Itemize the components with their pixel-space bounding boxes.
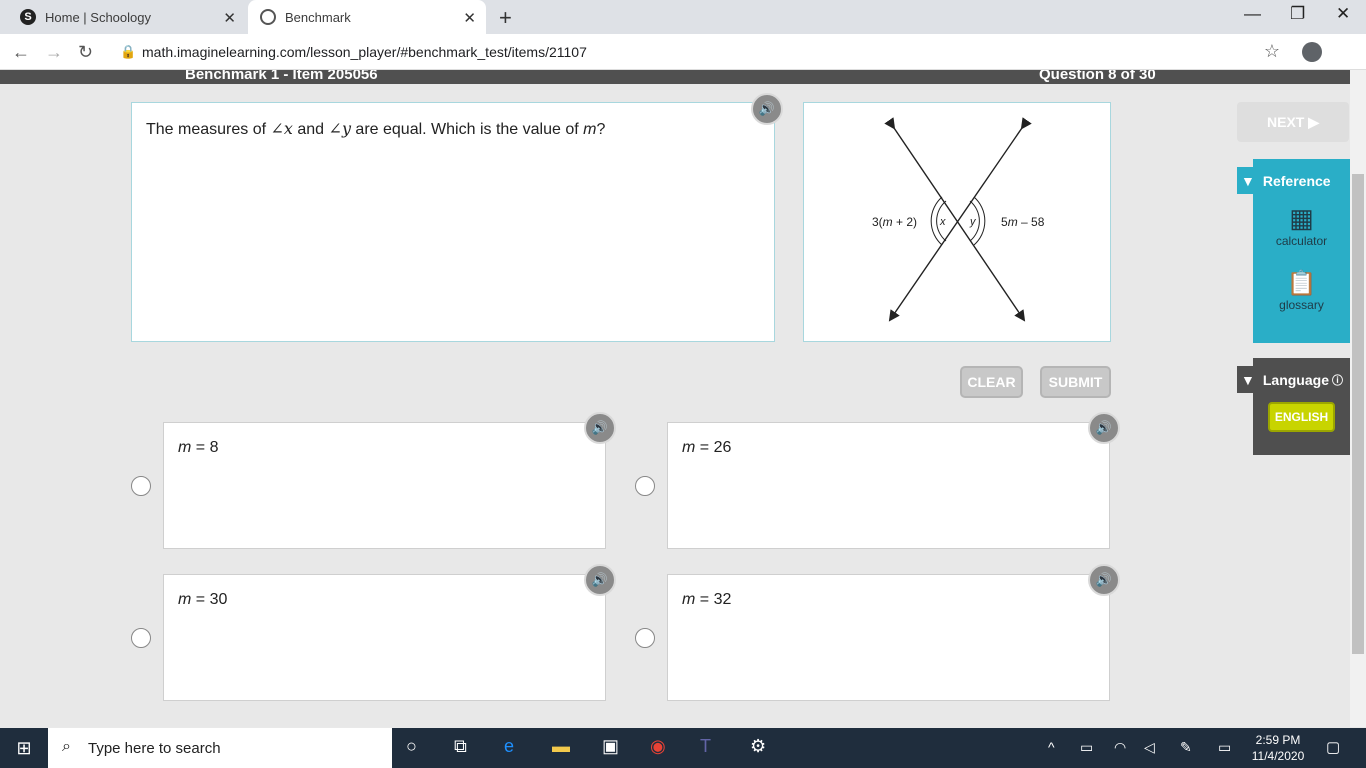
new-tab-icon[interactable]: + bbox=[499, 5, 512, 31]
close-tab-icon[interactable]: ✕ bbox=[223, 9, 236, 27]
speaker-icon[interactable]: 🔊 bbox=[584, 412, 616, 444]
english-button[interactable]: ENGLISH bbox=[1268, 402, 1335, 432]
question-panel: The measures of ∠x and ∠y are equal. Whi… bbox=[131, 102, 775, 342]
submit-button[interactable]: SUBMIT bbox=[1040, 366, 1111, 398]
question-counter: Question 8 of 30 bbox=[1039, 70, 1156, 83]
taskbar-search[interactable]: ⌕ Type here to search bbox=[48, 728, 392, 768]
forward-icon[interactable]: → bbox=[45, 42, 63, 63]
answer-choice-2[interactable]: m = 26 bbox=[667, 422, 1110, 549]
windows-taskbar: ⊞ ⌕ Type here to search ○ ⧉ e ▬ ▣ ◉ T ⚙ … bbox=[0, 728, 1366, 768]
reload-icon[interactable]: ↻ bbox=[78, 42, 93, 63]
benchmark-title: Benchmark 1 - Item 205056 bbox=[185, 70, 378, 83]
windows-start-icon[interactable]: ⊞ bbox=[0, 728, 48, 768]
left-angle-expression: 3(m + 2) bbox=[872, 215, 917, 229]
triangle-down-icon: ▼ bbox=[1241, 172, 1255, 189]
battery-icon[interactable]: ▭ bbox=[1080, 739, 1093, 756]
browser-tab-bar: S Home | Schoology ✕ Benchmark ✕ + — ❐ ✕ bbox=[0, 0, 1366, 34]
clear-button[interactable]: CLEAR bbox=[960, 366, 1023, 398]
profile-icon[interactable] bbox=[1302, 42, 1322, 62]
globe-icon bbox=[260, 9, 276, 25]
close-tab-icon[interactable]: ✕ bbox=[463, 9, 476, 27]
clipboard-icon: 📋 bbox=[1286, 270, 1317, 297]
intersecting-lines-figure: x y 3(m + 2) 5m – 58 bbox=[872, 117, 1045, 322]
info-icon[interactable]: ⓘ bbox=[1332, 372, 1343, 388]
answer-choice-4[interactable]: m = 32 bbox=[667, 574, 1110, 701]
schoology-icon: S bbox=[20, 9, 36, 25]
answer-choice-1[interactable]: m = 8 bbox=[163, 422, 606, 549]
answer-radio-1[interactable] bbox=[131, 476, 151, 496]
reference-toggle[interactable]: ▼ Reference bbox=[1237, 167, 1350, 194]
speaker-icon[interactable]: 🔊 bbox=[1088, 564, 1120, 596]
triangle-down-icon: ▼ bbox=[1241, 371, 1255, 388]
address-bar: ← → ↻ 🔒 math.imaginelearning.com/lesson_… bbox=[0, 34, 1366, 70]
restore-icon[interactable]: ❐ bbox=[1290, 4, 1305, 24]
answer-radio-2[interactable] bbox=[635, 476, 655, 496]
chevron-up-icon[interactable]: ^ bbox=[1048, 739, 1055, 755]
bookmark-star-icon[interactable]: ☆ bbox=[1264, 41, 1280, 62]
answer-choice-3[interactable]: m = 30 bbox=[163, 574, 606, 701]
tab-title: Home | Schoology bbox=[45, 9, 151, 25]
close-window-icon[interactable]: ✕ bbox=[1336, 4, 1350, 24]
speaker-icon[interactable]: 🔊 bbox=[751, 93, 783, 125]
file-explorer-icon[interactable]: ▬ bbox=[552, 736, 570, 757]
page-scrollbar[interactable] bbox=[1350, 70, 1366, 727]
teams-icon[interactable]: T bbox=[700, 736, 711, 757]
answer-radio-3[interactable] bbox=[131, 628, 151, 648]
question-text: The measures of ∠x and ∠y are equal. Whi… bbox=[146, 119, 606, 138]
angle-y-label: y bbox=[969, 216, 977, 228]
url-field[interactable]: 🔒 math.imaginelearning.com/lesson_player… bbox=[108, 37, 1298, 67]
right-angle-expression: 5m – 58 bbox=[1001, 215, 1045, 229]
speaker-icon[interactable]: 🔊 bbox=[584, 564, 616, 596]
language-toggle[interactable]: ▼ Language ⓘ bbox=[1237, 366, 1350, 393]
lock-icon: 🔒 bbox=[120, 44, 137, 59]
calculator-icon: ▦ bbox=[1289, 203, 1314, 233]
answer-radio-4[interactable] bbox=[635, 628, 655, 648]
notification-icon[interactable]: ▢ bbox=[1326, 738, 1340, 756]
volume-icon[interactable]: ◁ bbox=[1144, 739, 1155, 756]
settings-gear-icon[interactable]: ⚙ bbox=[750, 736, 766, 757]
tab-schoology[interactable]: S Home | Schoology ✕ bbox=[8, 0, 246, 34]
minimize-icon[interactable]: — bbox=[1244, 4, 1261, 24]
next-button[interactable]: NEXT ▶ bbox=[1237, 102, 1349, 142]
back-icon[interactable]: ← bbox=[12, 42, 30, 63]
calculator-tool[interactable]: ▦ calculator bbox=[1253, 203, 1350, 248]
url-text: math.imaginelearning.com/lesson_player/#… bbox=[142, 44, 587, 60]
scrollbar-thumb[interactable] bbox=[1352, 174, 1364, 654]
keyboard-icon[interactable]: ▭ bbox=[1218, 739, 1231, 756]
chrome-icon[interactable]: ◉ bbox=[650, 736, 666, 757]
figure-panel: x y 3(m + 2) 5m – 58 bbox=[803, 102, 1111, 342]
glossary-tool[interactable]: 📋 glossary bbox=[1253, 269, 1350, 312]
task-view-icon[interactable]: ⧉ bbox=[454, 736, 467, 757]
cortana-icon[interactable]: ○ bbox=[406, 736, 417, 757]
system-clock[interactable]: 2:59 PM 11/4/2020 bbox=[1250, 732, 1306, 764]
tab-benchmark[interactable]: Benchmark ✕ bbox=[248, 0, 486, 34]
wifi-icon[interactable]: ◠ bbox=[1114, 739, 1126, 756]
lesson-page: Benchmark 1 - Item 205056 Question 8 of … bbox=[0, 70, 1350, 727]
store-icon[interactable]: ▣ bbox=[602, 736, 619, 757]
page-header: Benchmark 1 - Item 205056 Question 8 of … bbox=[0, 70, 1350, 84]
search-icon: ⌕ bbox=[62, 738, 71, 755]
edge-icon[interactable]: e bbox=[504, 736, 514, 757]
angle-x-label: x bbox=[939, 216, 946, 228]
pen-icon[interactable]: ✎ bbox=[1180, 739, 1192, 756]
tab-title: Benchmark bbox=[285, 9, 351, 25]
speaker-icon[interactable]: 🔊 bbox=[1088, 412, 1120, 444]
